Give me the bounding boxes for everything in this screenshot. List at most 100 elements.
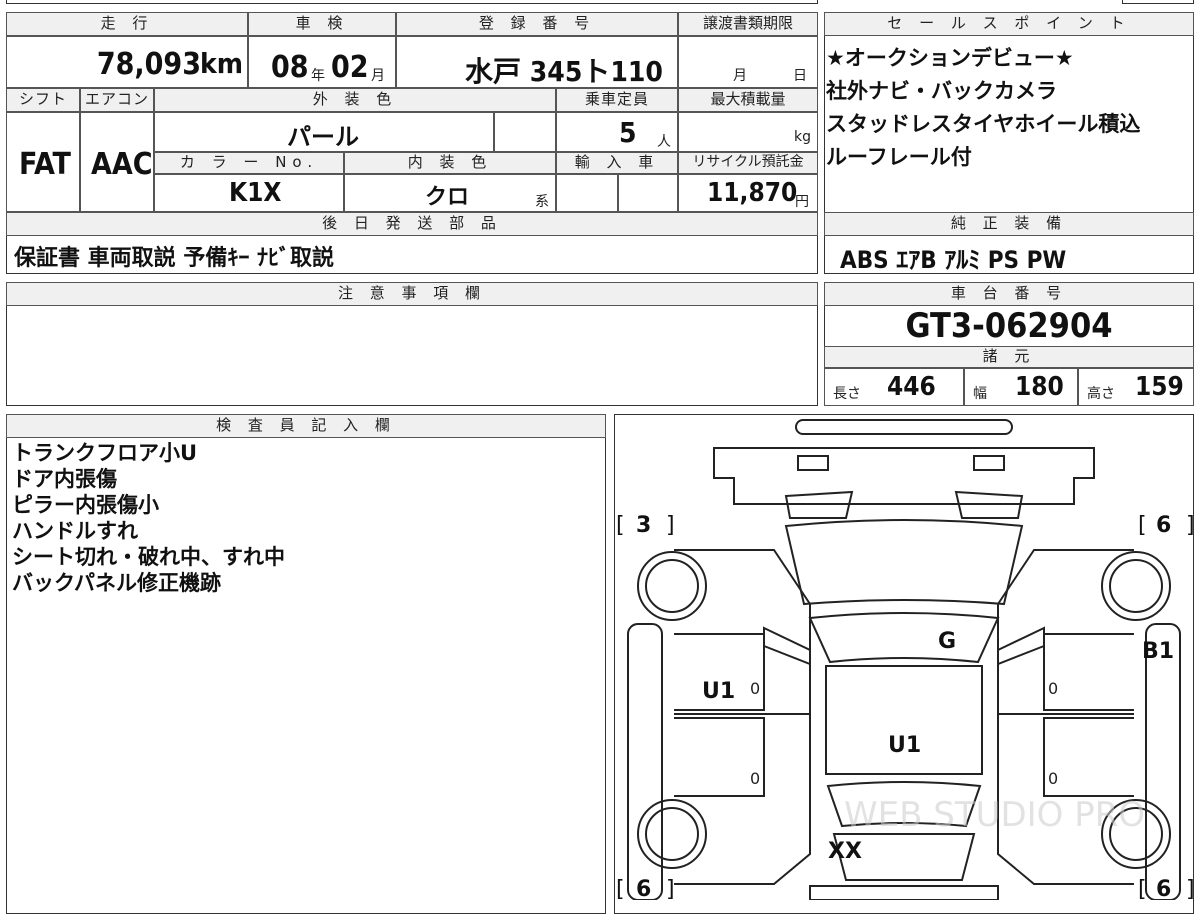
color-no-header: カ ラ ー No. xyxy=(154,152,344,174)
damage-mark-xx: XX xyxy=(828,839,862,864)
tire-rear-left-bracket-close: ] xyxy=(666,877,675,900)
tire-front-left-value: 3 xyxy=(636,513,651,538)
equipment-header: 純 正 装 備 xyxy=(824,212,1194,236)
tire-rear-right-value: 6 xyxy=(1156,877,1171,900)
top-strip xyxy=(6,0,818,4)
recycle-header: リサイクル預託金 xyxy=(678,152,818,174)
panel-zero-left-front: 0 xyxy=(750,679,760,698)
mileage-unit: km xyxy=(200,47,243,80)
inspection-month-unit: 月 xyxy=(371,68,385,84)
registration-header: 登 録 番 号 xyxy=(396,12,678,36)
inspector-line: バックパネル修正機跡 xyxy=(12,571,221,595)
registration-cell: 水戸 345ト110 xyxy=(396,36,678,88)
damage-mark-b1: B1 xyxy=(1142,639,1174,664)
panel-zero-right-rear: 0 xyxy=(1048,769,1058,788)
aircon-cell: AAC xyxy=(80,112,154,212)
tire-front-right-bracket-close: ] xyxy=(1186,513,1194,538)
inspector-header: 検 査 員 記 入 欄 xyxy=(6,414,606,438)
car-diagram: [ ] [ ] [ ] [ ] 3 6 6 6 U1 G B1 U1 XX 0 … xyxy=(616,419,1194,900)
import-cell-b xyxy=(618,174,678,212)
spec-width-cell: 幅 180 xyxy=(964,368,1078,406)
inspection-year: 08 xyxy=(271,50,309,85)
exterior-color-cell: パール xyxy=(154,112,494,152)
registration-value: 水戸 345ト110 xyxy=(465,55,663,88)
tire-rear-left-bracket: [ xyxy=(616,877,625,900)
mileage-cell: 78,093 km xyxy=(6,36,248,88)
spec-length-label: 長さ xyxy=(833,386,861,402)
inspection-month: 02 xyxy=(331,50,369,85)
max-load-header: 最大積載量 xyxy=(678,88,818,112)
aircon-header: エアコン xyxy=(80,88,154,112)
capacity-header: 乗車定員 xyxy=(556,88,678,112)
inspector-line: シート切れ・破れ中、すれ中 xyxy=(12,545,285,569)
tire-front-right-value: 6 xyxy=(1156,513,1171,538)
max-load-cell: kg xyxy=(678,112,818,152)
color-no-cell: K1X xyxy=(154,174,344,212)
inspector-line: ピラー内張傷小 xyxy=(12,493,159,517)
import-header: 輸 入 車 xyxy=(556,152,678,174)
interior-color-header: 内 装 色 xyxy=(344,152,556,174)
interior-color-cell: クロ 系 xyxy=(344,174,556,212)
spec-width-value: 180 xyxy=(1015,372,1064,402)
sales-point-line: 社外ナビ・バックカメラ xyxy=(826,79,1057,103)
shift-header: シフト xyxy=(6,88,80,112)
transfer-deadline-cell: 月 日 xyxy=(678,36,818,88)
transfer-deadline-header: 譲渡書類期限 xyxy=(678,12,818,36)
chassis-value: GT3-062904 xyxy=(905,306,1113,346)
shift-value: FAT xyxy=(19,147,71,182)
watermark-text: WEB STUDIO PRO xyxy=(844,795,1145,835)
sales-point-line: スタッドレスタイヤホイール積込 xyxy=(826,112,1141,136)
exterior-color-header: 外 装 色 xyxy=(154,88,556,112)
sales-points-list: ★オークションデビュー★ 社外ナビ・バックカメラ スタッドレスタイヤホイール積込… xyxy=(826,42,1140,174)
exterior-color-extra xyxy=(494,112,556,152)
interior-color-suffix: 系 xyxy=(535,194,549,210)
mileage-header: 走 行 xyxy=(6,12,248,36)
specs-header: 諸 元 xyxy=(824,346,1194,368)
aircon-value: AAC xyxy=(91,147,153,182)
interior-color-value: クロ xyxy=(425,185,470,210)
panel-zero-left-rear: 0 xyxy=(750,769,760,788)
damage-mark-u1-center: U1 xyxy=(888,733,921,758)
inspector-line: ハンドルすれ xyxy=(12,519,138,543)
color-no-value: K1X xyxy=(229,178,282,208)
tire-rear-left-value: 6 xyxy=(636,877,651,900)
sales-point-line: ★オークションデビュー★ xyxy=(826,46,1074,70)
sales-points-header: セ ー ル ス ポ イ ン ト xyxy=(824,12,1194,36)
inspector-list: トランクフロア小U ドア内張傷 ピラー内張傷小 ハンドルすれ シート切れ・破れ中… xyxy=(12,440,285,596)
recycle-value: 11,870 xyxy=(707,178,798,208)
recycle-cell: 11,870 円 xyxy=(678,174,818,212)
transfer-month-unit: 月 xyxy=(733,68,747,84)
capacity-value: 5 xyxy=(619,116,637,149)
later-parts-value: 保証書 車両取説 予備ｷｰ ﾅﾋﾞ取説 xyxy=(14,246,334,271)
spec-height-cell: 高さ 159 xyxy=(1078,368,1194,406)
tire-front-left-bracket-close: ] xyxy=(666,513,675,538)
later-parts-header: 後 日 発 送 部 品 xyxy=(6,212,818,236)
inspector-line: ドア内張傷 xyxy=(12,467,117,491)
capacity-unit: 人 xyxy=(657,134,671,150)
tire-front-left-bracket: [ xyxy=(616,513,625,538)
damage-mark-u1-left: U1 xyxy=(702,679,735,704)
inspection-cell: 08 年 02 月 xyxy=(248,36,396,88)
spec-length-cell: 長さ 446 xyxy=(824,368,964,406)
shift-cell: FAT xyxy=(6,112,80,212)
import-cell-a xyxy=(556,174,618,212)
notes-header: 注 意 事 項 欄 xyxy=(6,282,818,306)
recycle-unit: 円 xyxy=(795,194,809,210)
spec-length-value: 446 xyxy=(887,372,936,402)
exterior-color-value: パール xyxy=(287,123,359,151)
panel-zero-right-front: 0 xyxy=(1048,679,1058,698)
damage-mark-g: G xyxy=(938,629,956,654)
tire-rear-right-bracket-close: ] xyxy=(1186,877,1194,900)
top-strip-right xyxy=(1122,0,1194,4)
spec-height-value: 159 xyxy=(1135,372,1184,402)
chassis-header: 車 台 番 号 xyxy=(824,282,1194,306)
sales-point-line: ルーフレール付 xyxy=(826,145,972,169)
max-load-unit: kg xyxy=(794,129,811,145)
capacity-cell: 5 人 xyxy=(556,112,678,152)
inspection-year-unit: 年 xyxy=(311,68,325,84)
mileage-value: 78,093 xyxy=(96,47,201,82)
transfer-day-unit: 日 xyxy=(793,68,807,84)
spec-height-label: 高さ xyxy=(1087,386,1115,402)
inspection-header: 車 検 xyxy=(248,12,396,36)
equipment-value: ABS ｴｱB ｱﾙﾐ PS PW xyxy=(840,246,1067,274)
